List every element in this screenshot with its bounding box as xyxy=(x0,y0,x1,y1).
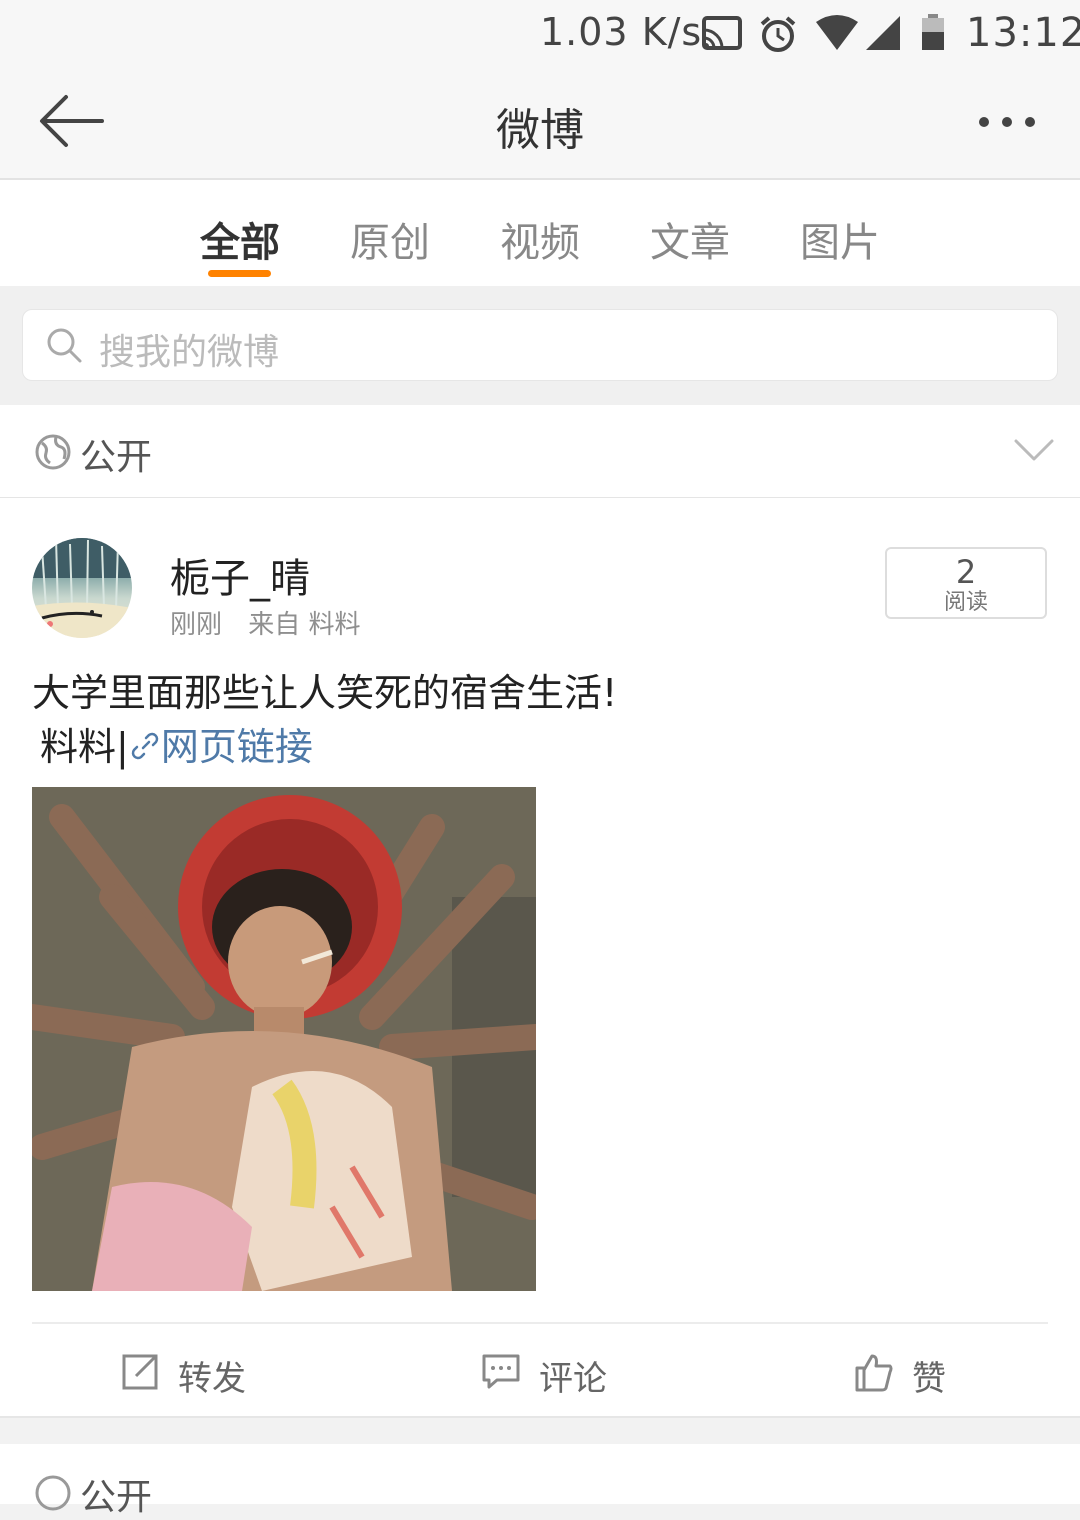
search-icon xyxy=(47,328,82,363)
battery-icon xyxy=(922,14,944,50)
post-meta: 刚刚 来自 料料 xyxy=(170,604,379,641)
signal-icon xyxy=(866,16,900,50)
tab-bar: 全部 原创 视频 文章 图片 xyxy=(0,180,1080,286)
like-label: 赞 xyxy=(912,1359,946,1399)
alarm-icon xyxy=(760,16,796,52)
repost-label: 转发 xyxy=(178,1359,246,1399)
repost-button[interactable]: 转发 xyxy=(120,1348,320,1399)
search-placeholder: 搜我的微博 xyxy=(99,332,280,373)
cast-icon xyxy=(702,16,742,50)
read-count: 2 xyxy=(955,553,977,591)
page-title: 微博 xyxy=(496,105,584,156)
search-input[interactable]: 搜我的微博 xyxy=(22,309,1058,381)
tab-image[interactable]: 图片 xyxy=(790,210,890,268)
search-area: 搜我的微博 xyxy=(0,286,1080,405)
web-link[interactable]: 网页链接 xyxy=(129,725,313,769)
thumbs-up-icon xyxy=(855,1354,893,1392)
card-divider xyxy=(32,1322,1048,1324)
username[interactable]: 栀子_晴 xyxy=(170,546,310,604)
tab-all[interactable]: 全部 xyxy=(190,210,290,268)
tab-article[interactable]: 文章 xyxy=(640,210,740,268)
globe-icon xyxy=(35,1475,71,1511)
tab-video[interactable]: 视频 xyxy=(490,210,590,268)
source-tag: 料料| xyxy=(40,725,129,769)
tab-original[interactable]: 原创 xyxy=(340,210,440,268)
status-bar: 1.03 K/s 13:12 xyxy=(0,0,1080,66)
comment-button[interactable]: 评论 xyxy=(481,1348,681,1399)
post-source: 来自 料料 xyxy=(248,610,361,640)
avatar-image xyxy=(32,538,132,638)
clock: 13:12 xyxy=(966,10,1080,56)
next-card-label: 公开 xyxy=(80,1477,153,1518)
like-button[interactable]: 赞 xyxy=(854,1348,1014,1399)
wifi-icon xyxy=(816,15,858,50)
link-text: 网页链接 xyxy=(160,725,313,769)
post-photo xyxy=(32,787,536,1291)
more-icon[interactable] xyxy=(972,112,1042,132)
active-tab-indicator xyxy=(208,270,271,277)
network-speed: 1.03 K/s xyxy=(540,10,703,54)
link-icon xyxy=(131,732,159,760)
comment-label: 评论 xyxy=(539,1359,607,1399)
repost-icon xyxy=(122,1354,158,1390)
comment-icon xyxy=(482,1354,520,1389)
filter-label: 公开 xyxy=(80,437,153,478)
title-bar: 微博 xyxy=(0,66,1080,180)
post-card: 栀子_晴 刚刚 来自 料料 2 阅读 大学里面那些让人笑死的宿舍生活! 料料| … xyxy=(0,498,1080,1418)
read-label: 阅读 xyxy=(943,590,988,615)
avatar[interactable] xyxy=(32,538,132,638)
post-text: 大学里面那些让人笑死的宿舍生活! xyxy=(32,671,618,715)
chevron-down-icon[interactable] xyxy=(1014,437,1054,463)
post-time: 刚刚 xyxy=(170,610,223,640)
next-card: 公开 xyxy=(0,1444,1080,1518)
post-image[interactable] xyxy=(32,787,536,1291)
read-count-badge: 2 阅读 xyxy=(885,547,1047,619)
visibility-filter[interactable]: 公开 xyxy=(0,405,1080,498)
globe-icon xyxy=(35,434,71,470)
post-link-line: 料料| 网页链接 xyxy=(40,720,313,774)
